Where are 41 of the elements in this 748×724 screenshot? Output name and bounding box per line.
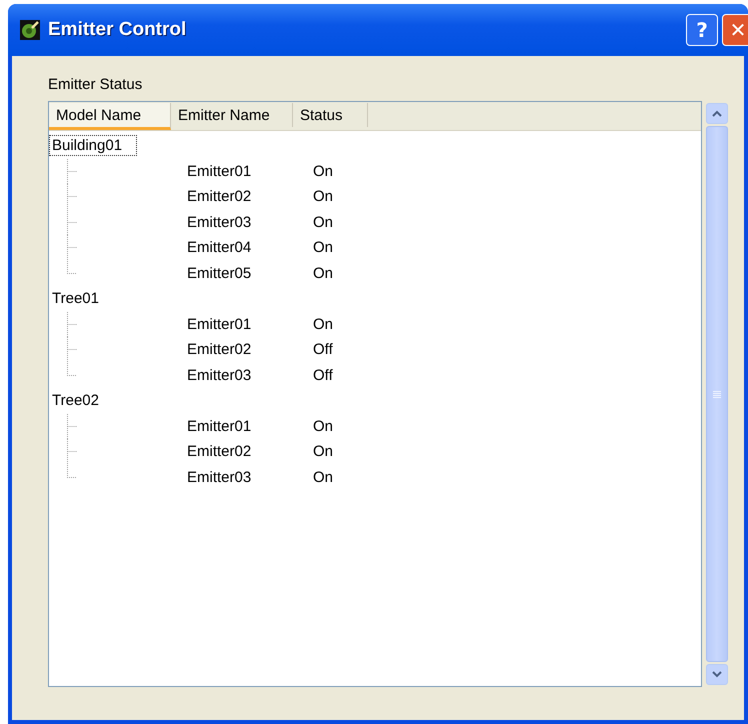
grip-icon bbox=[713, 390, 721, 398]
emitter-name: Emitter01 bbox=[187, 316, 252, 333]
emitter-name: Emitter02 bbox=[187, 188, 252, 206]
model-name[interactable]: Tree02 bbox=[49, 390, 102, 412]
emitter-name: Emitter03 bbox=[187, 468, 252, 486]
emitter-status: Off bbox=[313, 366, 333, 384]
emitter-name: Emitter05 bbox=[187, 264, 252, 282]
emitter-name: Emitter02 bbox=[187, 443, 252, 460]
tree-connector bbox=[67, 184, 77, 210]
emitter-name: Emitter03 bbox=[187, 366, 252, 384]
column-header[interactable]: Emitter Name bbox=[171, 103, 293, 127]
help-button[interactable]: ? bbox=[686, 14, 718, 46]
column-header[interactable]: Status bbox=[293, 103, 368, 127]
emitter-name: Emitter01 bbox=[187, 162, 252, 180]
emitter-status: On bbox=[313, 188, 334, 206]
emitter-status: On bbox=[313, 316, 334, 333]
emitter-status: On bbox=[313, 214, 334, 231]
emitter-status: On bbox=[313, 264, 334, 282]
close-button[interactable]: ✕ bbox=[722, 14, 748, 46]
scroll-up-button[interactable] bbox=[706, 103, 728, 124]
tree-connector bbox=[67, 210, 77, 235]
tree-connector bbox=[67, 414, 77, 439]
app-icon bbox=[20, 20, 40, 40]
column-header[interactable]: Model Name bbox=[49, 103, 171, 130]
emitter-status: Off bbox=[313, 341, 333, 358]
emitter-status: On bbox=[313, 162, 334, 180]
emitter-status: On bbox=[313, 418, 334, 435]
scroll-down-button[interactable] bbox=[706, 664, 728, 685]
tree-connector bbox=[67, 312, 77, 337]
emitter-status: On bbox=[313, 468, 334, 486]
emitter-name: Emitter02 bbox=[187, 341, 252, 358]
emitter-name: Emitter01 bbox=[187, 418, 252, 435]
emitter-name: Emitter03 bbox=[187, 214, 252, 231]
emitter-status: On bbox=[313, 443, 334, 460]
emitter-status: On bbox=[313, 239, 334, 256]
model-name[interactable]: Building01 bbox=[49, 135, 138, 156]
emitter-name: Emitter04 bbox=[187, 239, 252, 256]
window-title: Emitter Control bbox=[48, 19, 186, 41]
group-label: Emitter Status bbox=[48, 76, 144, 95]
tree-connector bbox=[67, 158, 77, 184]
model-name[interactable]: Tree01 bbox=[49, 288, 102, 310]
